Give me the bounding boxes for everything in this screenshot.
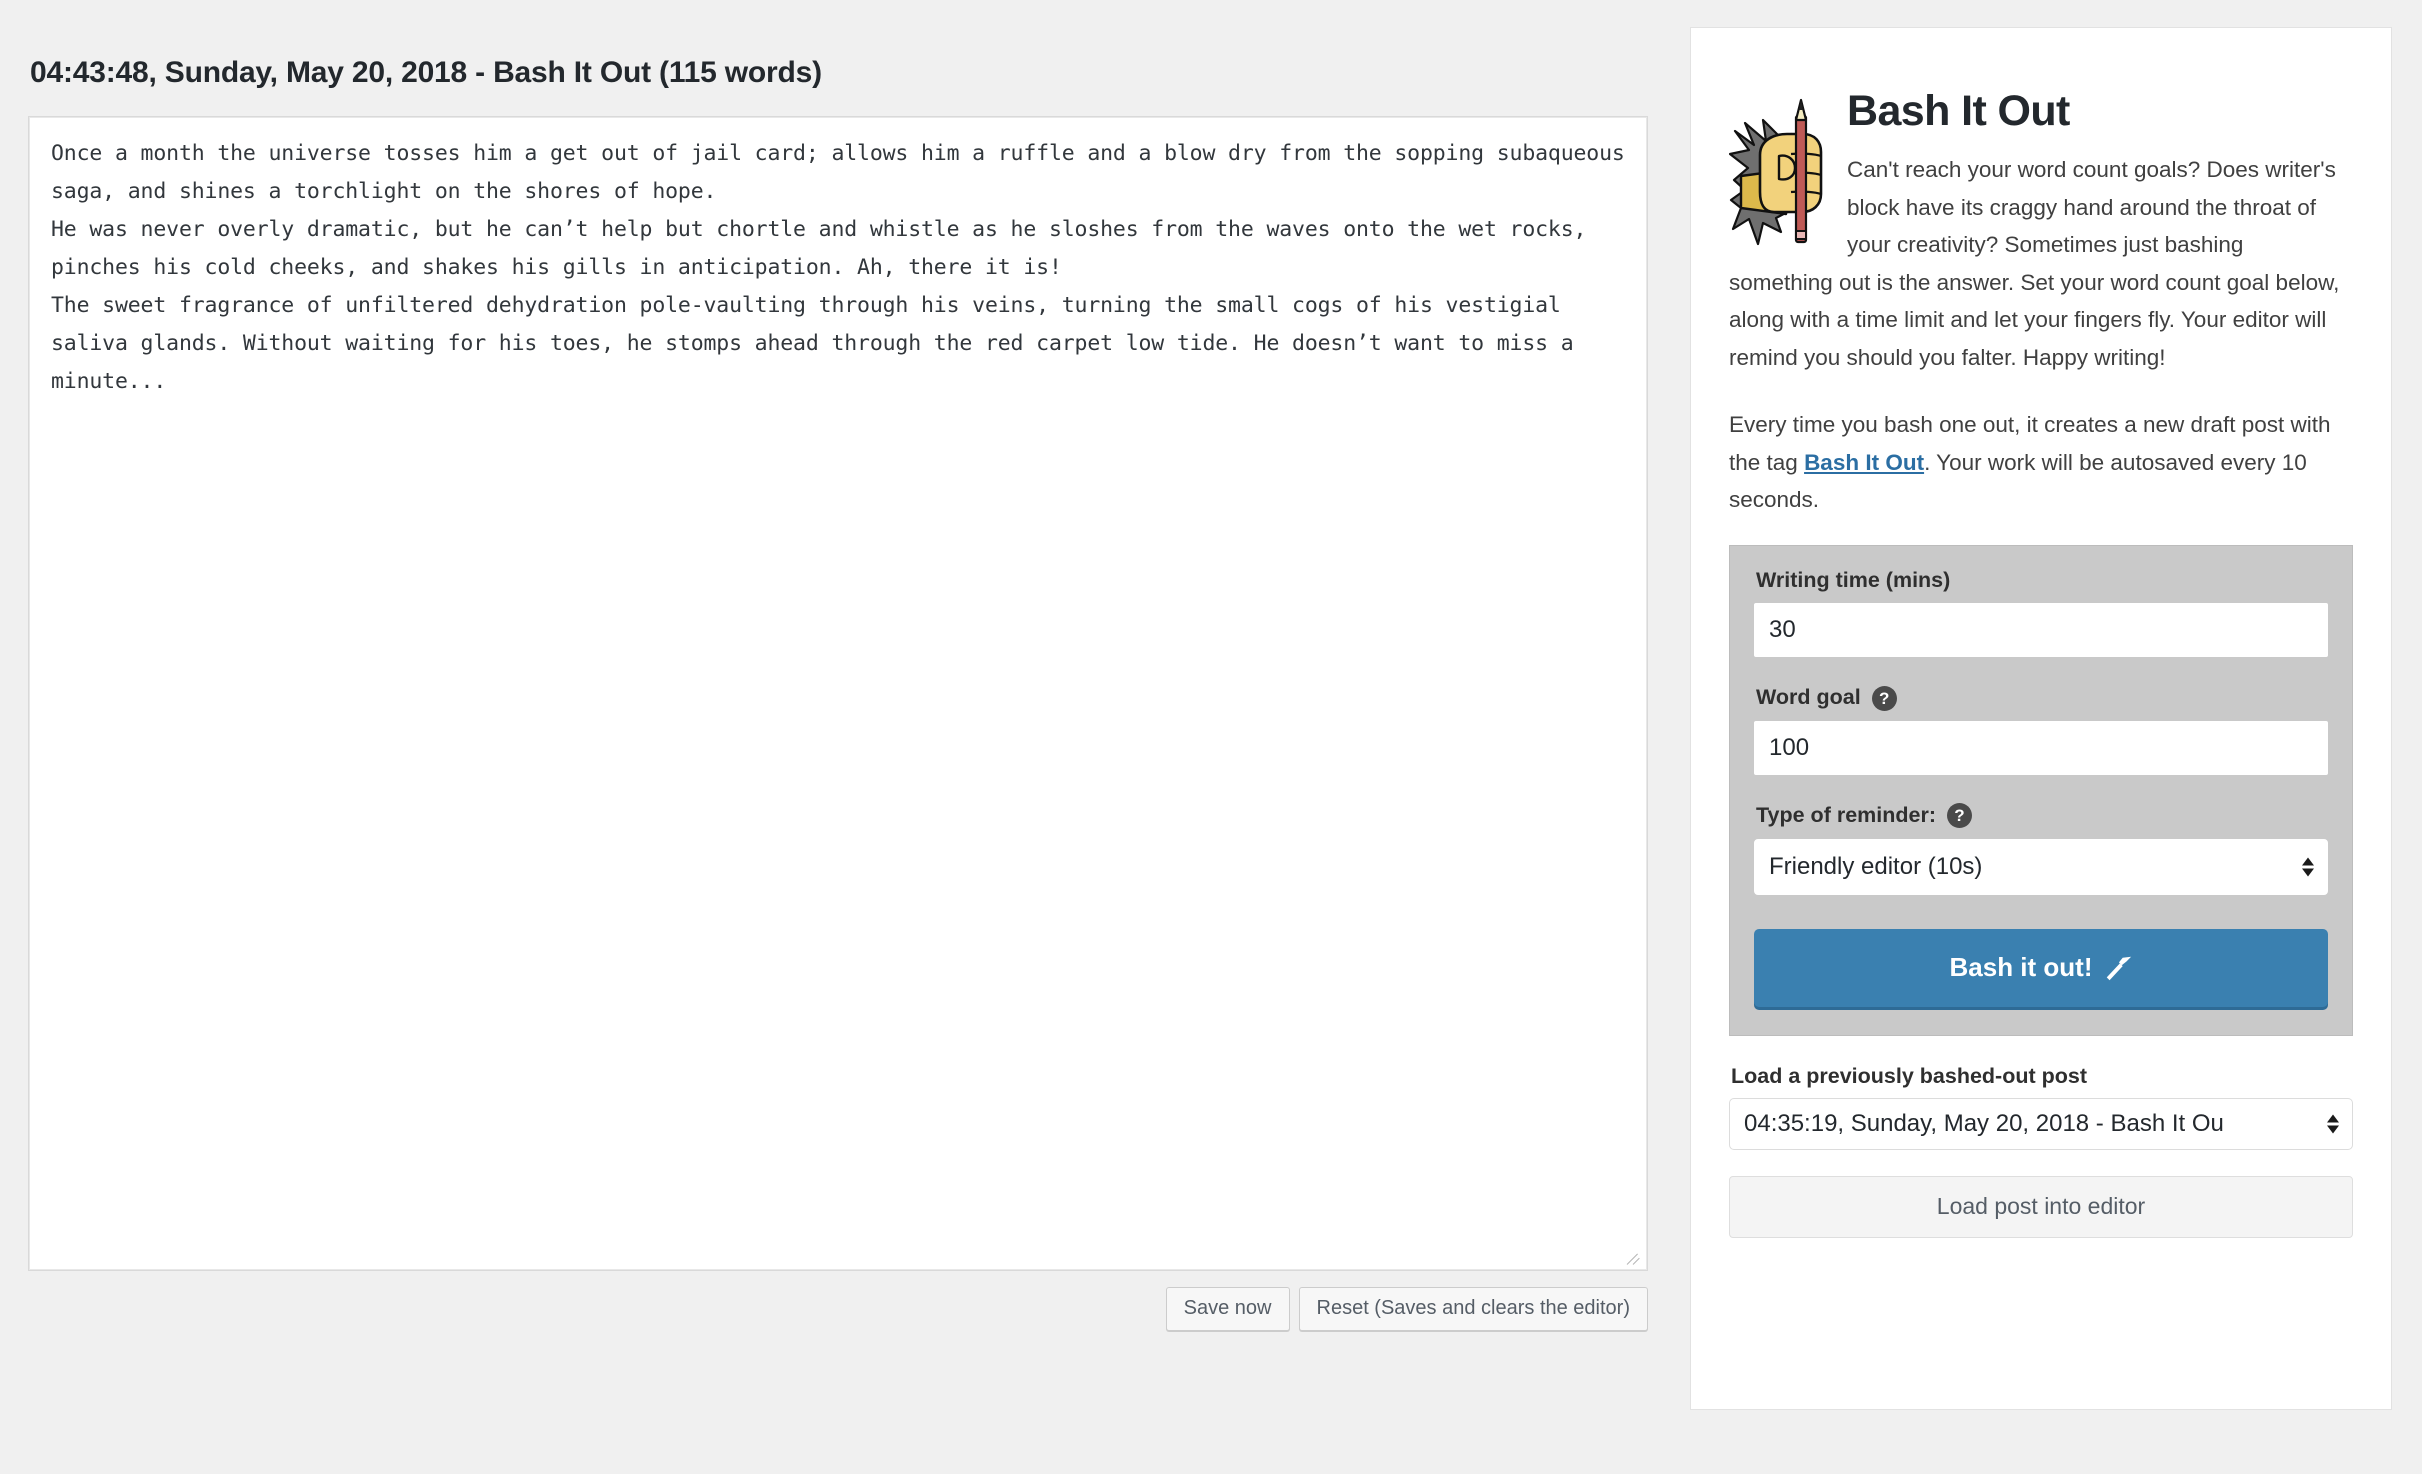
word-goal-label: Word goal ?	[1756, 685, 2328, 711]
question-mark-icon[interactable]: ?	[1947, 803, 1972, 829]
reset-editor-button[interactable]: Reset (Saves and clears the editor)	[1298, 1287, 1648, 1331]
previous-post-value: 04:35:19, Sunday, May 20, 2018 - Bash It…	[1744, 1109, 2224, 1137]
question-mark-icon[interactable]: ?	[1871, 685, 1897, 711]
writing-time-label-text: Writing time (mins)	[1756, 567, 1951, 592]
editor-column: 04:43:48, Sunday, May 20, 2018 - Bash It…	[0, 0, 1690, 1474]
bash-it-out-sidebar-panel: Bash It Out Can't reach your word count …	[1690, 27, 2392, 1410]
reminder-type-label-text: Type of reminder:	[1756, 803, 1936, 828]
post-editor-textarea[interactable]: Once a month the universe tosses him a g…	[28, 116, 1648, 1271]
load-post-label: Load a previously bashed-out post	[1731, 1063, 2087, 1088]
save-now-button[interactable]: Save now	[1165, 1287, 1290, 1331]
bash-it-out-button[interactable]: Bash it out!	[1754, 928, 2328, 1007]
page-title: 04:43:48, Sunday, May 20, 2018 - Bash It…	[30, 56, 822, 89]
reminder-type-value: Friendly editor (10s)	[1769, 852, 1983, 880]
reminder-type-label: Type of reminder: ?	[1756, 803, 2328, 829]
settings-panel: Writing time (mins) Word goal ? Type of …	[1729, 544, 2353, 1036]
writing-time-input[interactable]	[1754, 603, 2328, 658]
app-root: 04:43:48, Sunday, May 20, 2018 - Bash It…	[0, 0, 2422, 1474]
bash-it-out-button-label: Bash it out!	[1949, 952, 2093, 983]
brand-header: Bash It Out Can't reach your word count …	[1729, 90, 2353, 376]
reminder-type-select[interactable]: Friendly editor (10s)	[1754, 838, 2328, 895]
chevron-updown-icon	[2302, 857, 2314, 877]
editor-action-bar: Save now Reset (Saves and clears the edi…	[28, 1287, 1648, 1331]
fist-holding-pencil-icon	[1729, 98, 1823, 246]
previous-post-select[interactable]: 04:35:19, Sunday, May 20, 2018 - Bash It…	[1729, 1097, 2353, 1150]
word-goal-input[interactable]	[1754, 721, 2328, 776]
word-goal-label-text: Word goal	[1756, 685, 1861, 710]
editor-content-text[interactable]: Once a month the universe tosses him a g…	[51, 135, 1629, 401]
hammer-icon	[2106, 956, 2131, 981]
load-post-button[interactable]: Load post into editor	[1729, 1175, 2353, 1238]
writing-time-label: Writing time (mins)	[1756, 568, 2328, 594]
textarea-resize-handle[interactable]	[1627, 1251, 1643, 1267]
bash-it-out-tag-link[interactable]: Bash It Out	[1804, 450, 1924, 475]
draft-info-paragraph: Every time you bash one out, it creates …	[1729, 406, 2353, 519]
chevron-updown-icon	[2327, 1114, 2339, 1134]
